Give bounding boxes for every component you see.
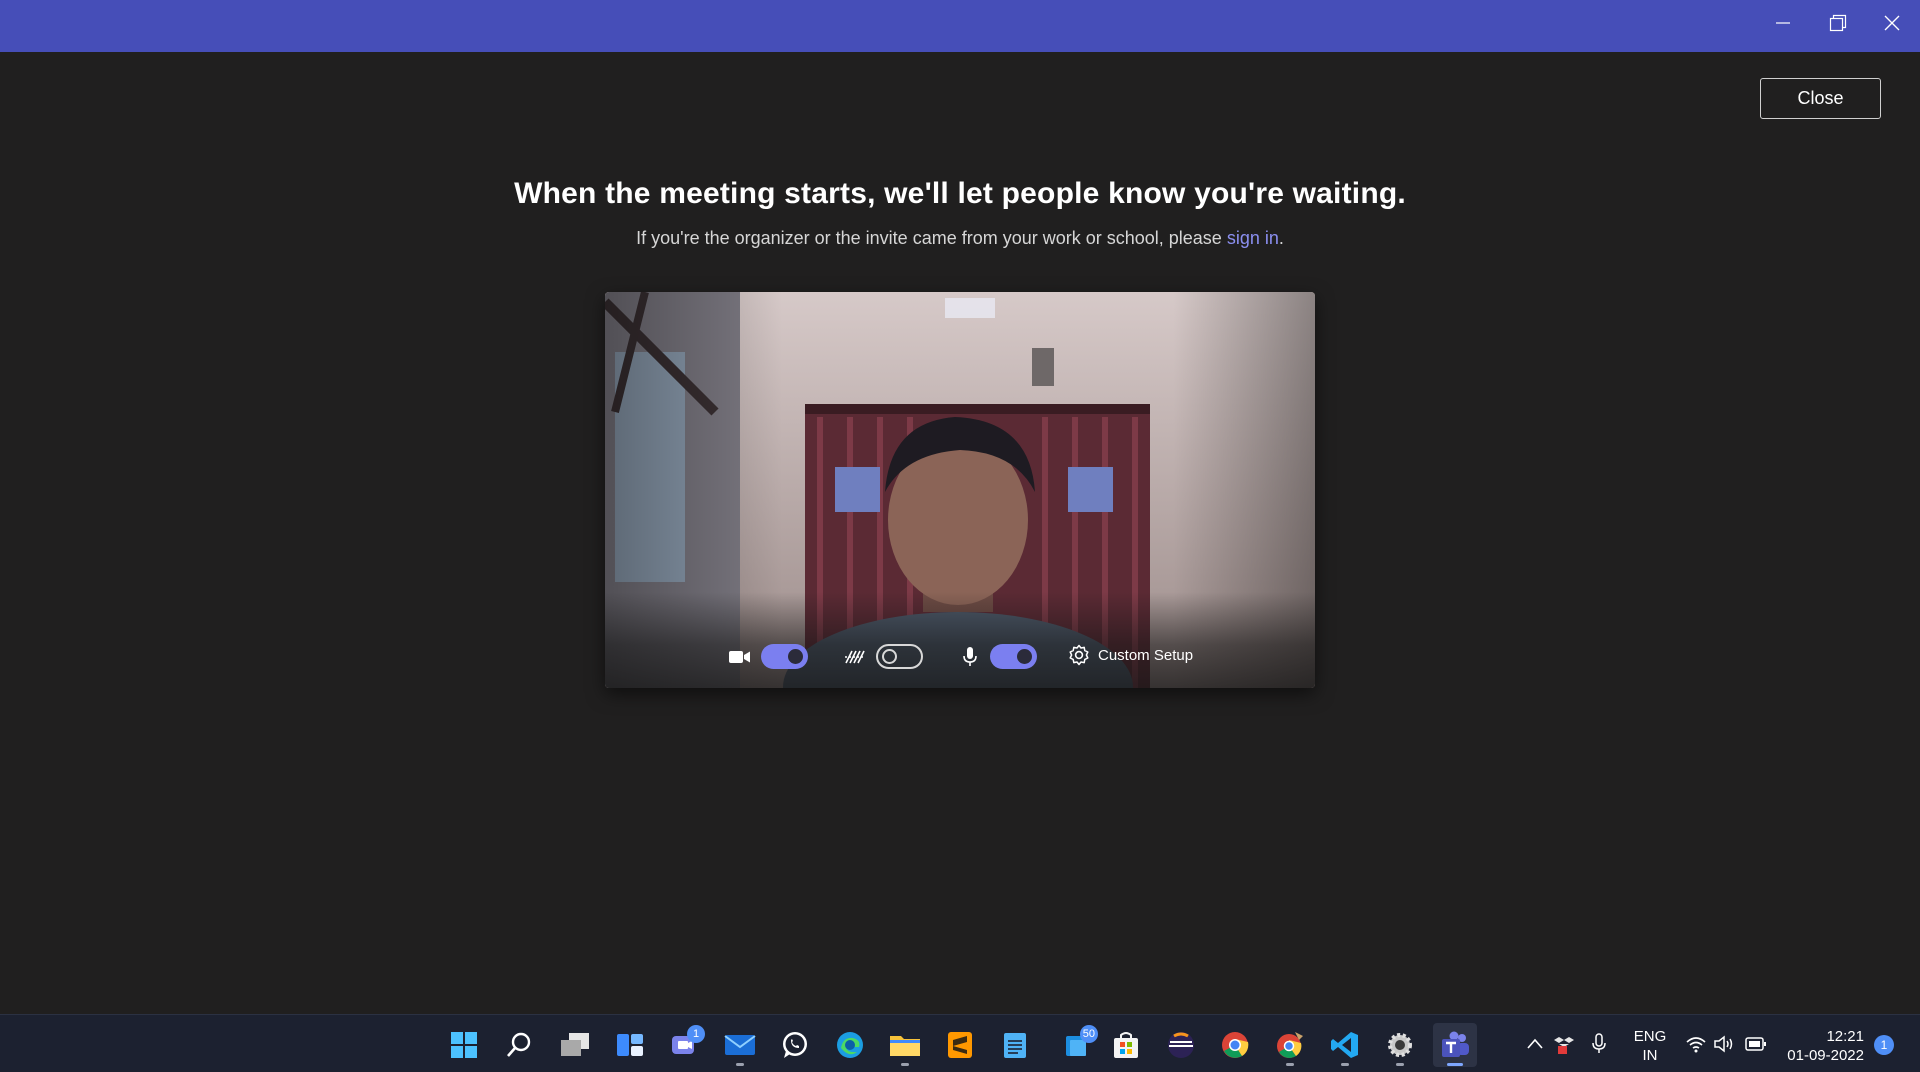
prejoin-screen: Close When the meeting starts, we'll let… [0, 52, 1920, 1014]
taskbar-app-mail[interactable] [718, 1023, 762, 1067]
settings-icon [1388, 1033, 1412, 1057]
chrome-alt-icon [1277, 1032, 1303, 1058]
search-icon [507, 1032, 531, 1057]
sign-in-hint: If you're the organizer or the invite ca… [0, 228, 1920, 249]
edge-icon [837, 1032, 863, 1058]
gear-icon [1069, 644, 1089, 666]
microphone-tray-icon[interactable] [1591, 1033, 1607, 1055]
taskbar-app-settings[interactable] [1378, 1023, 1422, 1067]
camera-control [729, 644, 808, 669]
sign-in-hint-text: If you're the organizer or the invite ca… [636, 228, 1227, 248]
taskbar-app-chrome[interactable] [1213, 1023, 1257, 1067]
preview-controls: Custom Setup [605, 592, 1315, 688]
video-camera-icon [729, 650, 750, 663]
input-language[interactable]: ENG IN [1628, 1027, 1672, 1065]
sign-in-link[interactable]: sign in [1227, 228, 1279, 248]
taskbar: 1 50 ENG IN 12:21 01-09-2022 1 [0, 1014, 1920, 1072]
store-icon [1114, 1032, 1138, 1058]
camera-preview: Custom Setup [605, 292, 1315, 688]
chat-badge: 1 [687, 1025, 705, 1043]
taskbar-app-chrome-dev[interactable] [1268, 1023, 1312, 1067]
taskbar-app-whatsapp[interactable] [773, 1023, 817, 1067]
notification-badge[interactable]: 1 [1874, 1035, 1894, 1055]
background-blur-toggle[interactable] [876, 644, 923, 669]
teams-icon [1442, 1031, 1469, 1057]
restore-button[interactable] [1810, 0, 1866, 46]
language-region: IN [1642, 1047, 1658, 1064]
title-bar [0, 0, 1920, 52]
custom-setup-button[interactable]: Custom Setup [1068, 644, 1193, 666]
folder-icon [890, 1036, 920, 1056]
close-icon [1884, 15, 1900, 31]
taskbar-app-sublime-text[interactable] [938, 1023, 982, 1067]
restore-icon [1829, 14, 1847, 32]
system-clock[interactable]: 12:21 01-09-2022 [1776, 1027, 1864, 1065]
widgets-button[interactable] [608, 1023, 652, 1067]
taskbar-app-todo[interactable]: 50 [1056, 1023, 1100, 1067]
windows-start-icon [451, 1032, 477, 1058]
taskbar-app-store[interactable] [1104, 1023, 1148, 1067]
volume-icon[interactable] [1714, 1035, 1736, 1053]
window-close-button[interactable] [1864, 0, 1920, 46]
whatsapp-icon [783, 1032, 807, 1058]
microphone-control [962, 644, 1037, 669]
microphone-toggle[interactable] [990, 644, 1037, 669]
custom-setup-label: Custom Setup [1098, 646, 1194, 664]
taskbar-app-notepad[interactable] [993, 1023, 1037, 1067]
task-view-icon [561, 1033, 589, 1056]
taskbar-app-file-explorer[interactable] [883, 1023, 927, 1067]
taskbar-app-edge[interactable] [828, 1023, 872, 1067]
chrome-icon [1222, 1032, 1249, 1058]
taskbar-app-eclipse[interactable] [1159, 1023, 1203, 1067]
taskbar-app-teams-chat[interactable]: 1 [663, 1023, 707, 1067]
background-blur-control [844, 644, 923, 669]
mail-icon [724, 1035, 756, 1055]
widgets-icon [617, 1034, 643, 1056]
todo-badge: 50 [1079, 1025, 1098, 1043]
task-view-button[interactable] [553, 1023, 597, 1067]
notepad-icon [1004, 1033, 1026, 1058]
minimize-button[interactable] [1755, 0, 1811, 46]
eclipse-icon [1168, 1032, 1194, 1058]
microphone-icon [963, 646, 977, 666]
clock-time: 12:21 [1826, 1028, 1864, 1045]
background-effects-icon [845, 650, 865, 663]
taskbar-app-teams[interactable] [1433, 1023, 1477, 1067]
clock-date: 01-09-2022 [1787, 1047, 1864, 1064]
vscode-icon [1331, 1032, 1358, 1058]
sign-in-hint-period: . [1278, 228, 1284, 248]
battery-icon[interactable] [1745, 1037, 1767, 1051]
wifi-icon[interactable] [1686, 1035, 1706, 1053]
camera-toggle[interactable] [761, 644, 808, 669]
chevron-up-icon[interactable] [1527, 1037, 1543, 1051]
search-button[interactable] [497, 1023, 541, 1067]
start-button[interactable] [442, 1023, 486, 1067]
taskbar-app-vscode[interactable] [1323, 1023, 1367, 1067]
dropbox-tray-icon[interactable] [1554, 1035, 1574, 1055]
close-button[interactable]: Close [1760, 78, 1881, 119]
sublime-icon [948, 1032, 972, 1058]
minimize-icon [1776, 22, 1790, 24]
language-code: ENG [1633, 1028, 1667, 1045]
page-title: When the meeting starts, we'll let peopl… [514, 177, 1406, 210]
